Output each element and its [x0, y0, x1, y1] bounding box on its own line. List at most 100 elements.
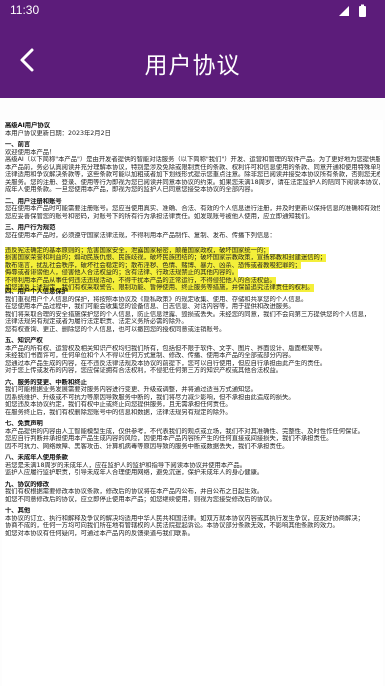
- section-heading: 九、协议的修改: [5, 481, 380, 489]
- line-text: 监护人应履行监护职责，引导未成年人合理使用网络，避免沉迷，保护未成年人的身心健康…: [5, 469, 264, 476]
- line-text: 一、前言: [5, 141, 31, 148]
- text-line: 您应妥善保管您的账号和密码，对账号下的所有行为承担法律责任。如发现账号被他人使用…: [5, 213, 380, 221]
- line-text: 关服务。您的注册、登录、使用等行为即视为您已阅读并同意本协议的约束。如果您未满1…: [5, 178, 380, 186]
- status-time: 11:30: [10, 3, 40, 17]
- text-line: 协商不成的，任何一方均可向我们所在地有管辖权的人民法院提起诉讼。本协议部分条款无…: [5, 522, 380, 530]
- section-heading: 一、前言: [5, 141, 380, 149]
- page-title: 用户协议: [144, 53, 241, 79]
- highlighted-line: 损害国家荣誉和利益的；煽动民族仇恨、民族歧视，破坏民族团结的；破坏国家宗教政策，…: [5, 247, 380, 262]
- line-text: 成年人使用条款。一旦您使用本产品，即视为您的监护人已同意您接受本协议的全部内容。: [5, 186, 257, 193]
- line-text: 七、免责声明: [5, 420, 43, 427]
- app-header: 用户协议: [0, 22, 385, 98]
- text-line: 在您使用本产品过程中，我们可能会收集您的设备信息、日志信息、对话内容等，用于提供…: [5, 303, 380, 311]
- text-line: 未经我们书面许可，任何单位和个人不得以任何方式复制、修改、传播、使用本产品的全部…: [5, 352, 380, 360]
- line-text: 您在使用本产品时，必须遵守国家法律法规，不得利用本产品制作、复制、发布、传播下列…: [5, 231, 276, 239]
- line-text: 对于您上传或发布的内容，您应保证拥有合法权利，不侵犯任何第三方的知识产权或其他合…: [5, 367, 283, 374]
- line-text: 九、协议的修改: [5, 480, 50, 488]
- text-line: 我们有权根据需要修改本协议条款，修改后的协议将在本产品内公布，并自公布之日起生效…: [5, 488, 380, 496]
- status-bar: 11:30: [0, 0, 385, 22]
- line-text: 法律适用和争议解决条款等，这些条款可能以加粗或者加下划线形式提示您重点注意。除非…: [5, 171, 380, 178]
- line-text: 因系统维护、升级或不可抗力等原因导致服务中断的，我们将尽力减少影响，但不承担由此…: [5, 393, 295, 401]
- highlighted-line: 违反宪法确定的基本原则的；危害国家安全，泄露国家秘密，颠覆国家政权，破坏国家统一…: [5, 239, 380, 254]
- line-text: 十、其他: [5, 507, 31, 514]
- line-text: 欢迎使用本产品！: [5, 148, 56, 156]
- highlighted-line: 不得利用本产品从事任何违法违规活动，不得干扰本产品的正常运行，不得侵犯他人的合法…: [5, 269, 380, 284]
- line-text: 我们有权根据需要修改本协议条款，修改后的协议将在本产品内公布，并自公布之日起生效…: [5, 488, 264, 495]
- line-text: 高级AI用户协议: [5, 122, 50, 129]
- text-line: 成年人使用条款。一旦您使用本产品，即视为您的监护人已同意您接受本协议的全部内容。: [5, 186, 380, 194]
- text-line: 因系统维护、升级或不可抗力等原因导致服务中断的，我们将尽力减少影响，但不承担由此…: [5, 394, 380, 402]
- line-text: 我们重视用户个人信息的保护，将按照本协议及《隐私政策》的规定收集、使用、存储和共…: [5, 295, 308, 303]
- section-heading: 四、用户个人信息保护: [5, 288, 380, 296]
- line-text: 在服务终止后，我们有权删除您账号中的信息和数据，法律法规另有规定的除外。: [5, 408, 232, 416]
- text-line: 您在使用本产品时，必须遵守国家法律法规，不得利用本产品制作、复制、发布、传播下列…: [5, 232, 380, 240]
- line-text: 本产品提供的内容由人工智能模型生成，仅供参考，不代表我们的观点或立场，我们不对其…: [5, 427, 364, 435]
- agreement-text: 高级AI用户协议 本用户协议更新日期：2023年2月2日 一、前言 欢迎使用本产品！高…: [5, 122, 380, 537]
- line-text: 八、未成年人使用条款: [5, 454, 68, 461]
- line-text: 如您不同意修改后的协议，应立即停止使用本产品；如您继续使用，则视为您接受修改后的…: [5, 495, 276, 503]
- section-heading: 五、知识产权: [5, 337, 380, 345]
- highlighted-line: 如您违反上述规定，我们有权采取警告、限制功能、暂停使用、终止服务等措施，并保留追…: [5, 277, 380, 292]
- text-line: 我们将采取合理的安全措施保护您的个人信息，防止信息泄露、毁损或丢失。未经您的同意…: [5, 311, 380, 319]
- line-text: 本产品的所有权、运营权及相关知识产权均归我们所有，包括但不限于软件、文字、图片、…: [5, 344, 327, 352]
- line-text: 二、用户注册和账号: [5, 197, 62, 205]
- text-line: 法律适用和争议解决条款等，这些条款可能以加粗或者加下划线形式提示您重点注意。除非…: [5, 171, 380, 179]
- text-line: 如您违反本协议约定，我们有权中止或终止向您提供服务，且无需承担任何责任。: [5, 401, 380, 409]
- section-heading: 七、免责声明: [5, 420, 380, 428]
- line-text: 本产品前，务必认真阅读并充分理解本协议，特别是涉及免除或限制责任的条款、权利许可…: [5, 163, 380, 171]
- line-text: 六、服务的变更、中断和终止: [5, 378, 87, 386]
- line-text: 我们将采取合理的安全措施保护您的个人信息，防止信息泄露、毁损或丢失。未经您的同意…: [5, 310, 371, 318]
- line-text: 五、知识产权: [5, 337, 43, 344]
- text-line: 法律法规另有规定或者为履行法定职责、法定义务所必需的除外。: [5, 318, 380, 326]
- text-line: 您应自行判断并承担使用本产品生成内容的风险，因使用本产品内容所产生的任何直接或间…: [5, 435, 380, 443]
- text-line: 如您对本协议有任何疑问，可通过本产品内的反馈渠道与我们联系。: [5, 530, 380, 538]
- line-text: 未经我们书面许可，任何单位和个人不得以任何方式复制、修改、传播、使用本产品的全部…: [5, 352, 295, 359]
- line-text: 三、用户行为规范: [5, 224, 56, 231]
- text-line: 我们可能根据业务发展需要对服务内容进行变更、升级或调整，并将通过适当方式通知您。: [5, 386, 380, 394]
- line-text: 您通过本产品生成的内容，在不违反法律法规及本协议的前提下，您可以自行使用，但应自…: [5, 359, 327, 367]
- section-heading: 高级AI用户协议: [5, 122, 380, 130]
- text-line: 您在使用本产品时可能需要注册账号。您应当使用真实、准确、合法、有效的个人信息进行…: [5, 205, 380, 213]
- text-line: 对于您上传或发布的内容，您应保证拥有合法权利，不侵犯任何第三方的知识产权或其他合…: [5, 367, 380, 375]
- section-heading: 六、服务的变更、中断和终止: [5, 379, 380, 387]
- section-heading: 八、未成年人使用条款: [5, 454, 380, 462]
- text-line: 我们重视用户个人信息的保护，将按照本协议及《隐私政策》的规定收集、使用、存储和共…: [5, 296, 380, 304]
- text-line: 在服务终止后，我们有权删除您账号中的信息和数据，法律法规另有规定的除外。: [5, 409, 380, 417]
- text-line: 本产品前，务必认真阅读并充分理解本协议，特别是涉及免除或限制责任的条款、权利许可…: [5, 164, 380, 172]
- text-line: 本产品提供的内容由人工智能模型生成，仅供参考，不代表我们的观点或立场，我们不对其…: [5, 428, 380, 436]
- line-text: 若您是未满18周岁的未成年人，应在监护人的监护和指导下阅读本协议并使用本产品。: [5, 461, 246, 469]
- text-line: 本协议的订立、执行和解释及争议的解决均适用中华人民共和国法律。如双方就本协议内容…: [5, 515, 380, 523]
- text-line: 若您是未满18周岁的未成年人，应在监护人的监护和指导下阅读本协议并使用本产品。: [5, 462, 380, 470]
- line-text: 您有权查询、更正、删除您的个人信息，也可以撤回您的授权同意或注销账号。: [5, 325, 226, 333]
- line-text: 如您违反本协议约定，我们有权中止或终止向您提供服务，且无需承担任何责任。: [5, 401, 232, 408]
- text-line: 如您不同意修改后的协议，应立即停止使用本产品；如您继续使用，则视为您接受修改后的…: [5, 496, 380, 504]
- agreement-page: 高级AI用户协议 本用户协议更新日期：2023年2月2日 一、前言 欢迎使用本产品！高…: [2, 120, 383, 686]
- line-text: 在您使用本产品过程中，我们可能会收集您的设备信息、日志信息、对话内容等，用于提供…: [5, 303, 295, 310]
- text-line: 本产品的所有权、运营权及相关知识产权均归我们所有，包括但不限于软件、文字、图片、…: [5, 345, 380, 353]
- line-text: 四、用户个人信息保护: [5, 288, 68, 295]
- text-line: 您有权查询、更正、删除您的个人信息，也可以撤回您的授权同意或注销账号。: [5, 326, 380, 334]
- text-line: 您通过本产品生成的内容，在不违反法律法规及本协议的前提下，您可以自行使用，但应自…: [5, 360, 380, 368]
- line-text: 您应自行判断并承担使用本产品生成内容的风险，因使用本产品内容所产生的任何直接或间…: [5, 435, 333, 442]
- highlighted-line: 侮辱或者诽谤他人，侵害他人合法权益的；含有法律、行政法规禁止的其他内容的。: [5, 262, 380, 277]
- text-line: 监护人应履行监护职责，引导未成年人合理使用网络，避免沉迷，保护未成年人的身心健康…: [5, 469, 380, 477]
- section-heading: 三、用户行为规范: [5, 224, 380, 232]
- line-text: 高级AI（以下简称"本产品"）是由开发者提供的智能对话服务（以下简称"我们"）开…: [5, 156, 380, 163]
- line-text: 如您对本协议有任何疑问，可通过本产品内的反馈渠道与我们联系。: [5, 529, 194, 537]
- section-heading: 十、其他: [5, 507, 380, 515]
- highlighted-line: 散布谣言，扰乱社会秩序，破坏社会稳定的；散布淫秽、色情、赌博、暴力、凶杀、恐怖或…: [5, 254, 380, 269]
- text-line: 因不可抗力、网络故障、黑客攻击、计算机病毒等原因导致的服务中断或数据丢失，我们不…: [5, 443, 380, 451]
- line-text: 您应妥善保管您的账号和密码，对账号下的所有行为承担法律责任。如发现账号被他人使用…: [5, 212, 314, 220]
- text-line: 关服务。您的注册、登录、使用等行为即视为您已阅读并同意本协议的约束。如果您未满1…: [5, 179, 380, 187]
- line-text: 法律法规另有规定或者为履行法定职责、法定义务所必需的除外。: [5, 318, 188, 325]
- battery-icon: [359, 4, 366, 17]
- section-heading: 二、用户注册和账号: [5, 198, 380, 206]
- text-line: 本用户协议更新日期：2023年2月2日: [5, 130, 380, 138]
- line-text: 本协议的订立、执行和解释及争议的解决均适用中华人民共和国法律。如双方就本协议内容…: [5, 514, 364, 522]
- line-text: 协商不成的，任何一方均可向我们所在地有管辖权的人民法院提起诉讼。本协议部分条款无…: [5, 522, 339, 529]
- line-text: 本用户协议更新日期：2023年2月2日: [5, 129, 111, 137]
- status-icons: [339, 4, 366, 17]
- agreement-viewer[interactable]: 高级AI用户协议 本用户协议更新日期：2023年2月2日 一、前言 欢迎使用本产品！高…: [0, 98, 385, 686]
- text-line: 欢迎使用本产品！: [5, 149, 380, 157]
- signal-icon: [339, 6, 349, 16]
